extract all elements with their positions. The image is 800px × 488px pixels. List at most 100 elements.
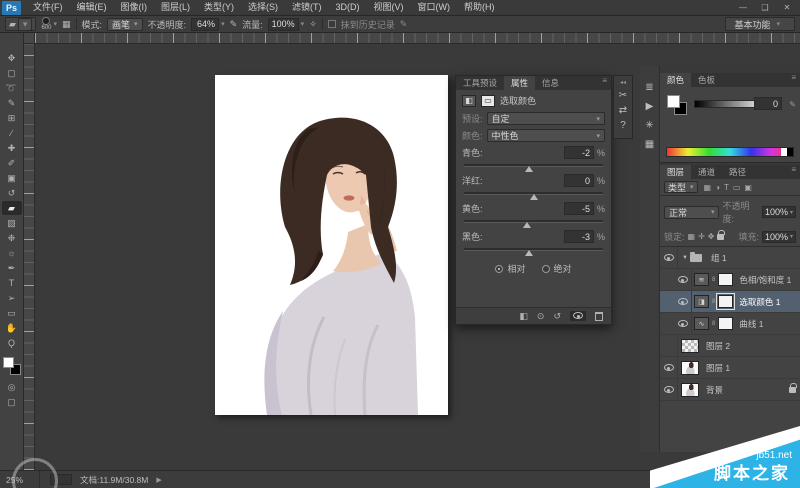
filter-shape-layers-icon[interactable]: ▭ bbox=[733, 183, 741, 192]
layer-name[interactable]: 图层 1 bbox=[706, 362, 730, 374]
history-brush-tool[interactable]: ↺ bbox=[2, 186, 22, 200]
slider-thumb[interactable] bbox=[523, 222, 531, 228]
opacity-input[interactable]: 64% bbox=[191, 18, 219, 31]
black-value-input[interactable]: -3 bbox=[564, 230, 594, 243]
chevron-down-icon[interactable]: ▾ bbox=[301, 20, 305, 28]
layer-name[interactable]: 背景 bbox=[706, 384, 723, 396]
foreground-color-swatch[interactable] bbox=[667, 95, 680, 108]
styles-panel-icon[interactable]: ▦ bbox=[645, 139, 654, 150]
layer-row-background[interactable]: 背景 bbox=[660, 379, 800, 401]
foreground-color-swatch[interactable] bbox=[3, 357, 14, 368]
adjustment-layer-thumbnail[interactable]: ◨ bbox=[694, 295, 709, 308]
history-panel-icon[interactable]: ≣ bbox=[645, 82, 653, 93]
slider-thumb[interactable] bbox=[525, 166, 533, 172]
layer-opacity-input[interactable]: 100% ▾ bbox=[762, 206, 796, 218]
blur-tool[interactable]: ❉ bbox=[2, 231, 22, 245]
gray-value-input[interactable]: 0 bbox=[754, 97, 782, 110]
slider-thumb[interactable] bbox=[525, 250, 533, 256]
filter-adjustment-layers-icon[interactable]: ◑ bbox=[715, 183, 720, 192]
layer-name[interactable]: 色相/饱和度 1 bbox=[739, 274, 791, 286]
panel-menu-icon[interactable]: ≡ bbox=[602, 76, 611, 90]
mask-icon[interactable]: ▭ bbox=[481, 95, 495, 107]
lock-position-icon[interactable]: ✥ bbox=[708, 232, 715, 241]
menu-item[interactable]: 图层(L) bbox=[154, 0, 197, 15]
collapse-arrows-icon[interactable]: ◂◂ bbox=[620, 79, 626, 86]
move-tool[interactable]: ✥ bbox=[2, 51, 22, 65]
lock-pixels-icon[interactable]: ✛ bbox=[698, 232, 705, 241]
layer-name[interactable]: 组 1 bbox=[711, 252, 727, 264]
mask-link-icon[interactable]: 8 bbox=[712, 277, 715, 283]
pen-tool[interactable]: ✒ bbox=[2, 261, 22, 275]
adjustments-panel-icon[interactable]: ✳ bbox=[645, 120, 653, 131]
filter-smart-objects-icon[interactable]: ▣ bbox=[744, 183, 752, 192]
layer-thumbnail-photo[interactable] bbox=[681, 383, 699, 397]
visibility-toggle[interactable] bbox=[660, 357, 678, 378]
tab-tool-presets[interactable]: 工具预设 bbox=[456, 76, 504, 90]
menu-item[interactable]: 选择(S) bbox=[241, 0, 285, 15]
layer-fill-input[interactable]: 100% ▾ bbox=[762, 231, 796, 243]
pressure-opacity-icon[interactable]: ✎ bbox=[230, 19, 238, 30]
minimize-button[interactable]: — bbox=[732, 0, 754, 15]
quick-mask-button[interactable]: ◎ bbox=[2, 380, 22, 394]
healing-brush-tool[interactable]: ✚ bbox=[2, 141, 22, 155]
toggle-brush-panel-icon[interactable]: ▦ bbox=[62, 19, 71, 30]
filter-type-select[interactable]: 类型 ▾ bbox=[664, 181, 698, 193]
magenta-slider-track[interactable] bbox=[464, 189, 603, 199]
layer-row-group-1[interactable]: ▼ 组 1 bbox=[660, 247, 800, 269]
preset-select[interactable]: 自定 ▾ bbox=[487, 112, 605, 125]
cyan-value-input[interactable]: -2 bbox=[564, 146, 594, 159]
mask-link-icon[interactable]: 8 bbox=[712, 321, 715, 327]
layer-thumbnail-photo[interactable] bbox=[681, 361, 699, 375]
shape-tool[interactable]: ▭ bbox=[2, 306, 22, 320]
eyedropper-tool[interactable]: ∕ bbox=[2, 126, 22, 140]
gradient-tool[interactable]: ▧ bbox=[2, 216, 22, 230]
menu-item[interactable]: 视图(V) bbox=[367, 0, 411, 15]
tab-color[interactable]: 颜色 bbox=[660, 73, 691, 87]
pressure-size-icon[interactable]: ✎ bbox=[400, 19, 408, 30]
visibility-toggle[interactable] bbox=[674, 313, 692, 334]
tab-properties[interactable]: 属性 bbox=[504, 76, 535, 90]
visibility-eye-icon[interactable] bbox=[570, 311, 586, 321]
tool-preset-picker[interactable]: ▰ ▾ bbox=[5, 17, 36, 31]
previous-state-icon[interactable]: ⊙ bbox=[537, 311, 545, 322]
visibility-toggle[interactable] bbox=[660, 379, 678, 400]
layer-thumbnail-empty[interactable] bbox=[681, 339, 699, 353]
color-spectrum-ramp[interactable] bbox=[666, 147, 794, 157]
panel-menu-icon[interactable]: ≡ bbox=[791, 73, 800, 87]
layer-name[interactable]: 曲线 1 bbox=[739, 318, 763, 330]
layer-mask-thumbnail[interactable] bbox=[718, 317, 733, 330]
visibility-toggle[interactable] bbox=[674, 269, 692, 290]
panel-menu-icon[interactable]: ≡ bbox=[791, 165, 800, 179]
erase-to-history-checkbox[interactable] bbox=[328, 20, 336, 28]
layer-mask-thumbnail[interactable] bbox=[718, 295, 733, 308]
brush-preset-picker[interactable]: 600 ▾ bbox=[41, 17, 57, 31]
tab-channels[interactable]: 通道 bbox=[691, 165, 722, 179]
lasso-tool[interactable]: ➰ bbox=[2, 81, 22, 95]
menu-item[interactable]: 滤镜(T) bbox=[285, 0, 329, 15]
zoom-tool[interactable]: Ϙ bbox=[2, 336, 22, 350]
menu-item[interactable]: 窗口(W) bbox=[411, 0, 458, 15]
path-selection-tool[interactable]: ➢ bbox=[2, 291, 22, 305]
document-canvas[interactable] bbox=[215, 75, 448, 415]
relative-radio[interactable]: 相对 bbox=[495, 262, 525, 275]
menu-item[interactable]: 文件(F) bbox=[26, 0, 70, 15]
clone-stamp-tool[interactable]: ▣ bbox=[2, 171, 22, 185]
clip-to-layer-icon[interactable]: ◧ bbox=[519, 311, 528, 322]
black-slider-track[interactable] bbox=[464, 245, 603, 255]
layer-row-layer-1[interactable]: 图层 1 bbox=[660, 357, 800, 379]
tab-info[interactable]: 信息 bbox=[535, 76, 566, 90]
slider-thumb[interactable] bbox=[530, 194, 538, 200]
dodge-tool[interactable]: ☼ bbox=[2, 246, 22, 260]
mode-select[interactable]: 画笔 ▾ bbox=[107, 18, 143, 31]
absolute-radio[interactable]: 绝对 bbox=[542, 262, 572, 275]
eraser-tool[interactable]: ▰ bbox=[2, 201, 22, 215]
yellow-slider-track[interactable] bbox=[464, 217, 603, 227]
reset-icon[interactable]: ↺ bbox=[553, 311, 561, 322]
mask-link-icon[interactable]: 8 bbox=[712, 299, 715, 305]
menu-item[interactable]: 3D(D) bbox=[329, 0, 367, 15]
layer-row-curves[interactable]: ∿ 8 曲线 1 bbox=[660, 313, 800, 335]
colors-select[interactable]: 中性色 ▾ bbox=[487, 129, 605, 142]
tab-swatches[interactable]: 色板 bbox=[691, 73, 722, 87]
type-tool[interactable]: T bbox=[2, 276, 22, 290]
adjustment-layer-thumbnail[interactable]: ∿ bbox=[694, 317, 709, 330]
